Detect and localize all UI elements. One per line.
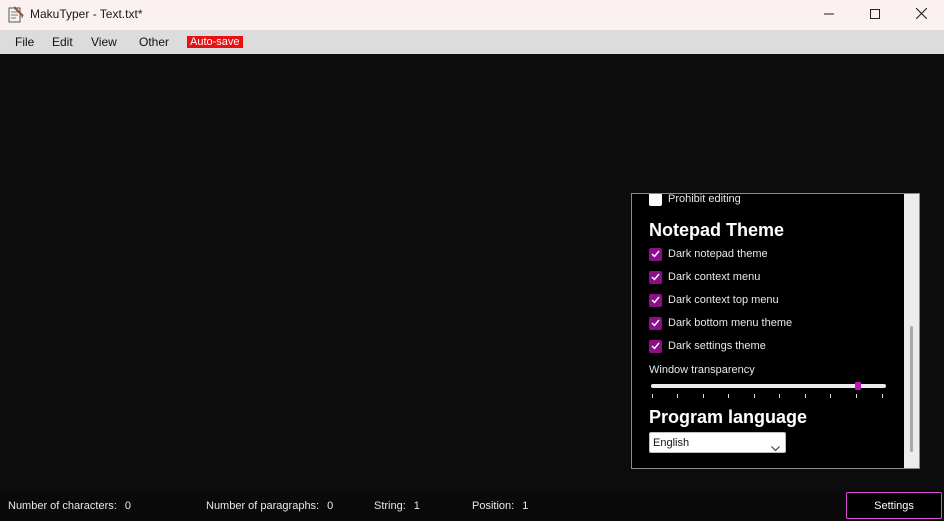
slider-tick xyxy=(652,394,653,398)
menu-view[interactable]: View xyxy=(91,35,117,49)
position-value: 1 xyxy=(522,500,529,512)
slider-track xyxy=(651,384,886,388)
title-bar[interactable]: MakuTyper - Text.txt* xyxy=(0,0,944,30)
minimize-icon xyxy=(824,6,834,24)
maximize-icon xyxy=(870,6,880,24)
scrollbar-thumb[interactable] xyxy=(910,326,913,452)
paragraph-count-value: 0 xyxy=(327,500,334,512)
checkmark-icon xyxy=(649,293,662,307)
settings-panel: Prohibit editing Notepad Theme Dark note… xyxy=(631,193,920,469)
slider-tick xyxy=(882,394,883,398)
paragraph-count-label: Number of paragraphs: xyxy=(206,500,320,512)
checkmark-icon xyxy=(649,270,662,284)
prohibit-editing-checkbox[interactable]: Prohibit editing xyxy=(649,193,741,207)
close-icon xyxy=(915,6,927,24)
slider-thumb[interactable] xyxy=(854,382,861,390)
checkmark-icon xyxy=(649,247,662,261)
slider-tick xyxy=(677,394,678,398)
makutyper-window: MakuTyper - Text.txt* File Edit View Oth… xyxy=(0,0,944,521)
slider-tick xyxy=(856,394,857,398)
settings-button[interactable]: Settings xyxy=(846,492,942,519)
notepad-theme-heading: Notepad Theme xyxy=(649,220,785,240)
settings-scrollbar[interactable] xyxy=(904,194,919,468)
chevron-down-icon xyxy=(771,439,780,457)
language-select-value: English xyxy=(653,437,690,449)
window-title: MakuTyper - Text.txt* xyxy=(30,7,143,21)
string-value: 1 xyxy=(413,500,420,512)
dark-settings-theme-checkbox[interactable]: Dark settings theme xyxy=(649,338,766,354)
position-indicator: Position: 1 xyxy=(472,500,528,512)
character-count-label: Number of characters: xyxy=(8,500,117,512)
dark-context-menu-label: Dark context menu xyxy=(668,271,761,283)
prohibit-editing-label: Prohibit editing xyxy=(668,193,741,205)
window-transparency-label: Window transparency xyxy=(649,364,755,376)
slider-tick xyxy=(754,394,755,398)
checkmark-icon xyxy=(649,339,662,353)
program-language-heading: Program language xyxy=(649,407,808,427)
window-transparency-slider[interactable] xyxy=(649,382,888,402)
slider-tick xyxy=(805,394,806,398)
menu-file[interactable]: File xyxy=(15,35,34,49)
slider-tick xyxy=(728,394,729,398)
status-bar: Number of characters: 0 Number of paragra… xyxy=(0,490,944,521)
dark-bottom-menu-theme-label: Dark bottom menu theme xyxy=(668,317,793,329)
checkbox-unchecked-icon xyxy=(649,194,662,206)
string-indicator: String: 1 xyxy=(374,500,420,512)
slider-tick xyxy=(830,394,831,398)
dark-context-top-menu-label: Dark context top menu xyxy=(668,294,779,306)
menu-bar: File Edit View Other xyxy=(0,30,944,54)
close-button[interactable] xyxy=(898,0,944,30)
dark-settings-theme-label: Dark settings theme xyxy=(668,340,766,352)
autosave-indicator[interactable]: Auto-save xyxy=(187,36,243,48)
menu-other[interactable]: Other xyxy=(139,35,169,49)
maximize-button[interactable] xyxy=(852,0,898,30)
dark-bottom-menu-theme-checkbox[interactable]: Dark bottom menu theme xyxy=(649,315,792,331)
string-label: String: xyxy=(374,500,406,512)
dark-notepad-theme-checkbox[interactable]: Dark notepad theme xyxy=(649,246,768,262)
position-label: Position: xyxy=(472,500,515,512)
character-count: Number of characters: 0 xyxy=(8,500,131,512)
dark-context-menu-checkbox[interactable]: Dark context menu xyxy=(649,269,760,285)
notepad-icon xyxy=(8,6,24,24)
checkmark-icon xyxy=(649,316,662,330)
character-count-value: 0 xyxy=(124,500,131,512)
minimize-button[interactable] xyxy=(806,0,852,30)
language-select[interactable]: English xyxy=(649,432,786,453)
slider-tick xyxy=(779,394,780,398)
slider-tick xyxy=(703,394,704,398)
paragraph-count: Number of paragraphs: 0 xyxy=(206,500,333,512)
dark-notepad-theme-label: Dark notepad theme xyxy=(668,248,768,260)
dark-context-top-menu-checkbox[interactable]: Dark context top menu xyxy=(649,292,779,308)
menu-edit[interactable]: Edit xyxy=(52,35,73,49)
